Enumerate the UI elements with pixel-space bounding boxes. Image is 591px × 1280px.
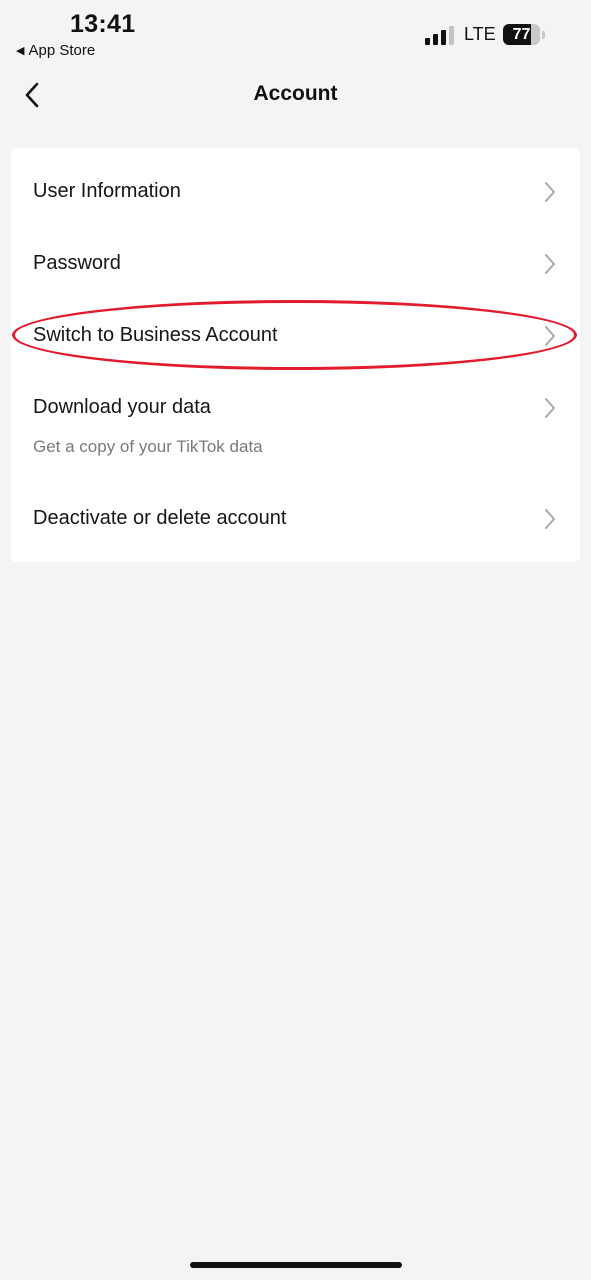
- menu-item-password[interactable]: Password: [11, 220, 580, 292]
- status-time: 13:41: [70, 10, 136, 38]
- menu-item-download-your-data[interactable]: Download your data Get a copy of your Ti…: [11, 364, 580, 476]
- page-title: Account: [253, 82, 338, 105]
- back-to-app-store-link[interactable]: ◀ App Store: [16, 42, 95, 59]
- highlight-annotation-ring: [12, 300, 577, 370]
- home-indicator[interactable]: [190, 1262, 402, 1268]
- back-to-app-label: App Store: [28, 42, 96, 59]
- status-bar: 13:41 ◀ App Store LTE 77: [0, 0, 591, 70]
- menu-item-subtitle: Get a copy of your TikTok data: [33, 437, 263, 456]
- chevron-right-icon: [545, 254, 555, 274]
- menu-item-deactivate-or-delete-account[interactable]: Deactivate or delete account: [11, 476, 580, 562]
- back-triangle-icon: ◀: [16, 45, 25, 57]
- menu-item-label: Deactivate or delete account: [33, 507, 287, 529]
- menu-item-label: User Information: [33, 180, 181, 202]
- cellular-signal-icon: [425, 25, 454, 45]
- network-type: LTE: [464, 24, 496, 44]
- menu-item-user-information[interactable]: User Information: [11, 148, 580, 220]
- chevron-right-icon: [545, 182, 555, 202]
- chevron-right-icon: [545, 509, 555, 529]
- nav-bar: Account: [0, 70, 591, 122]
- menu-item-label: Download your data: [33, 396, 211, 418]
- chevron-right-icon: [545, 398, 555, 418]
- battery-percentage: 77: [512, 26, 531, 43]
- battery-cap: [542, 31, 545, 39]
- battery-icon: 77: [503, 24, 540, 45]
- menu-item-label: Password: [33, 252, 121, 274]
